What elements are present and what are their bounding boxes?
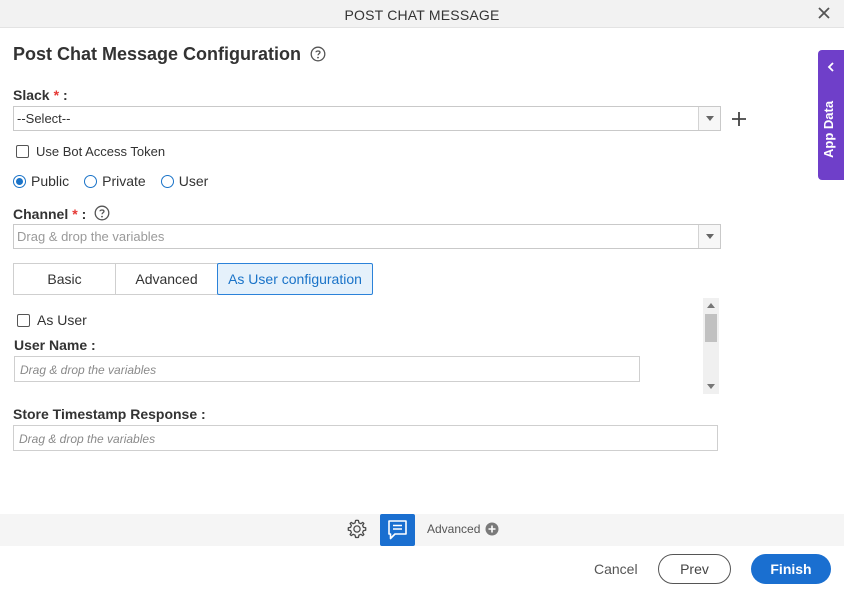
bot-token-label: Use Bot Access Token: [36, 144, 166, 159]
page-title-text: Post Chat Message Configuration: [13, 44, 302, 64]
tab-basic[interactable]: Basic: [13, 263, 116, 295]
channel-placeholder: Drag & drop the variables: [17, 229, 165, 244]
slack-select-value: --Select--: [17, 111, 71, 126]
scroll-thumb[interactable]: [705, 314, 717, 342]
bot-token-checkbox-row[interactable]: Use Bot Access Token: [16, 144, 165, 159]
finish-button[interactable]: Finish: [751, 554, 831, 584]
gear-icon[interactable]: [346, 518, 368, 540]
channel-select[interactable]: Drag & drop the variables: [13, 224, 721, 249]
radio-circle[interactable]: [84, 174, 98, 188]
advanced-link-label: Advanced: [427, 522, 481, 536]
radio-label: Private: [102, 173, 146, 189]
dialog-titlebar: POST CHAT MESSAGE: [0, 0, 844, 28]
username-input[interactable]: Drag & drop the variables: [14, 356, 640, 382]
slack-select[interactable]: --Select--: [13, 106, 721, 131]
plus-icon[interactable]: [730, 110, 748, 128]
as-user-checkbox-row[interactable]: As User: [17, 312, 87, 328]
advanced-link[interactable]: Advanced: [427, 522, 499, 536]
tab-advanced[interactable]: Advanced: [115, 263, 218, 295]
app-data-panel-toggle[interactable]: App Data: [818, 50, 844, 180]
chevron-down-icon[interactable]: [698, 107, 720, 130]
as-user-label: As User: [37, 312, 87, 328]
prev-button[interactable]: Prev: [658, 554, 731, 584]
plus-circle-icon[interactable]: [485, 522, 499, 536]
tab-as-user-configuration[interactable]: As User configuration: [217, 263, 373, 295]
radio-circle[interactable]: [160, 174, 174, 188]
slack-label: Slack * :: [13, 87, 68, 103]
footer-toolbar: [0, 514, 844, 546]
dialog-title: POST CHAT MESSAGE: [344, 7, 500, 23]
radio-private[interactable]: Private: [84, 173, 146, 189]
radio-label: User: [178, 173, 209, 189]
timestamp-input[interactable]: Drag & drop the variables: [13, 425, 718, 451]
required-mark: *: [72, 206, 78, 222]
scroll-up-icon[interactable]: [707, 303, 715, 308]
required-mark: *: [53, 87, 60, 103]
visibility-radio-group: Public Private User: [13, 173, 223, 189]
username-label: User Name :: [14, 337, 96, 353]
cancel-button[interactable]: Cancel: [594, 561, 638, 577]
chat-message-icon: [388, 520, 407, 540]
as-user-panel: As User User Name : Drag & drop the vari…: [13, 298, 719, 394]
channel-label: Channel * :: [13, 205, 110, 222]
radio-public[interactable]: Public: [13, 173, 69, 189]
radio-circle[interactable]: [13, 174, 26, 188]
timestamp-label: Store Timestamp Response :: [13, 406, 206, 422]
radio-user[interactable]: User: [160, 173, 209, 189]
chevron-down-icon[interactable]: [698, 225, 720, 248]
slack-label-text: Slack: [13, 87, 50, 103]
as-user-checkbox[interactable]: [17, 313, 30, 327]
bot-token-checkbox[interactable]: [16, 145, 29, 158]
chat-message-button[interactable]: [380, 514, 415, 546]
radio-label: Public: [31, 173, 70, 189]
app-data-label: App Data: [821, 100, 836, 158]
chevron-left-icon: [827, 62, 834, 72]
close-icon[interactable]: [816, 5, 832, 21]
slack-label-colon: :: [62, 87, 68, 103]
timestamp-placeholder: Drag & drop the variables: [19, 432, 156, 446]
channel-label-text: Channel: [13, 206, 69, 222]
panel-scrollbar[interactable]: [703, 298, 719, 394]
page-title: Post Chat Message Configuration: [13, 44, 326, 65]
channel-label-colon: :: [81, 206, 87, 222]
config-tabs: Basic Advanced As User configuration: [13, 263, 373, 295]
username-placeholder: Drag & drop the variables: [20, 363, 157, 377]
help-icon[interactable]: [94, 205, 110, 221]
scroll-down-icon[interactable]: [707, 384, 715, 389]
help-icon[interactable]: [310, 46, 326, 62]
